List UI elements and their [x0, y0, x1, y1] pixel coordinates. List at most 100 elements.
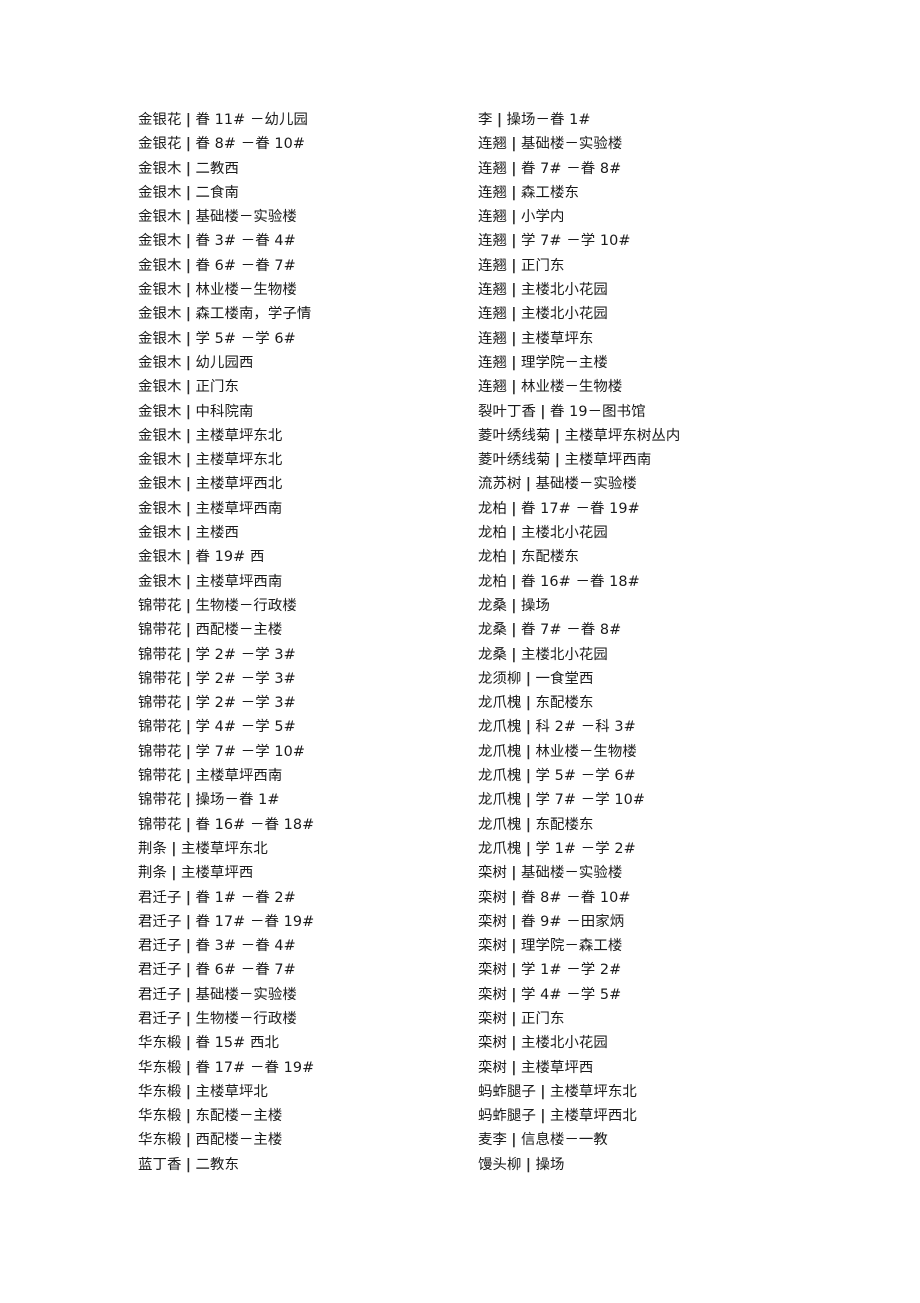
plant-location: 眷 8# －眷 10# — [195, 136, 306, 153]
list-item: 君迁子 | 眷 6# －眷 7# — [138, 958, 478, 982]
list-item: 金银木 | 眷 19# 西 — [138, 545, 478, 569]
listing-column-left: 金银花 | 眷 11# －幼儿园 金银花 | 眷 8# －眷 10# 金银木 | 二教西 金银木 |… — [138, 108, 478, 1177]
plant-location: 主楼草坪西北 — [549, 1108, 637, 1125]
plant-location: 眷 7# －眷 8# — [520, 160, 622, 177]
separator-pipe: | — [496, 112, 503, 128]
separator-pipe: | — [185, 1156, 192, 1173]
plant-name: 金银木 — [138, 379, 182, 396]
list-item: 锦带花 | 眷 16# －眷 18# — [138, 813, 478, 837]
list-item: 馒头柳 | 操场 — [478, 1153, 878, 1177]
plant-name: 金银木 — [138, 403, 182, 420]
separator-pipe: | — [185, 549, 192, 566]
plant-location: 信息楼－一教 — [520, 1132, 608, 1149]
plant-name: 锦带花 — [138, 622, 182, 639]
separator-pipe: | — [525, 719, 532, 736]
plant-location: 森工楼东 — [520, 184, 579, 201]
plant-name: 连翘 — [478, 354, 507, 371]
plant-location: 操场 — [520, 597, 550, 614]
plant-name: 连翘 — [478, 136, 507, 153]
plant-name: 龙爪槐 — [478, 816, 522, 833]
plant-location: 理学院－主楼 — [520, 354, 608, 371]
plant-name: 菱叶绣线菊 — [478, 427, 551, 444]
separator-pipe: | — [185, 452, 192, 469]
plant-name: 君迁子 — [138, 913, 182, 930]
plant-location: 学 5# －学 6# — [535, 768, 636, 785]
plant-name: 金银木 — [138, 306, 182, 323]
plant-name: 金银木 — [138, 233, 182, 250]
plant-location: 眷 15# 西北 — [195, 1035, 279, 1052]
separator-pipe: | — [185, 525, 192, 542]
separator-pipe: | — [185, 1035, 192, 1052]
list-item: 龙须柳 | 一食堂西 — [478, 667, 878, 691]
plant-name: 君迁子 — [138, 889, 182, 906]
list-item: 栾树 | 正门东 — [478, 1007, 878, 1031]
plant-location: 主楼草坪西南 — [195, 573, 283, 590]
separator-pipe: | — [525, 1156, 532, 1173]
separator-pipe: | — [185, 233, 192, 250]
separator-pipe: | — [185, 719, 192, 736]
plant-location: 基础楼－实验楼 — [520, 136, 623, 153]
separator-pipe: | — [525, 695, 532, 712]
list-item: 华东椴 | 眷 17# －眷 19# — [138, 1056, 478, 1080]
list-item: 锦带花 | 学 2# －学 3# — [138, 691, 478, 715]
plant-location: 主楼草坪西南 — [564, 452, 652, 469]
list-item: 金银木 | 主楼草坪东北 — [138, 448, 478, 472]
plant-location: 操场－眷 1# — [506, 112, 591, 128]
plant-location: 基础楼－实验楼 — [520, 865, 623, 882]
plant-name: 金银木 — [138, 282, 182, 299]
plant-name: 金银木 — [138, 427, 182, 444]
list-item: 金银木 | 基础楼－实验楼 — [138, 205, 478, 229]
plant-name: 龙桑 — [478, 622, 507, 639]
list-item: 龙爪槐 | 学 1# －学 2# — [478, 837, 878, 861]
plant-location: 林业楼－生物楼 — [520, 379, 623, 396]
plant-name: 李 — [478, 112, 493, 128]
list-item: 锦带花 | 学 2# －学 3# — [138, 667, 478, 691]
list-item: 连翘 | 理学院－主楼 — [478, 351, 878, 375]
separator-pipe: | — [511, 306, 517, 323]
plant-location: 主楼草坪北 — [195, 1083, 268, 1100]
separator-pipe: | — [185, 257, 192, 274]
separator-pipe: | — [511, 597, 517, 614]
list-item: 金银木 | 眷 3# －眷 4# — [138, 229, 478, 253]
plant-name: 锦带花 — [138, 816, 182, 833]
plant-location: 眷 16# －眷 18# — [520, 573, 640, 590]
separator-pipe: | — [511, 962, 517, 979]
plant-name: 栾树 — [478, 1059, 507, 1076]
list-item: 金银木 | 学 5# －学 6# — [138, 327, 478, 351]
plant-location: 主楼草坪东 — [520, 330, 594, 347]
plant-location: 基础楼－实验楼 — [195, 986, 297, 1003]
plant-name: 金银木 — [138, 209, 182, 226]
list-item: 荆条 | 主楼草坪东北 — [138, 837, 478, 861]
list-item: 华东椴 | 西配楼－主楼 — [138, 1128, 478, 1152]
plant-name: 金银木 — [138, 354, 182, 371]
plant-location: 学 2# －学 3# — [195, 646, 296, 663]
separator-pipe: | — [511, 986, 517, 1003]
plant-location: 科 2# －科 3# — [535, 719, 636, 736]
separator-pipe: | — [511, 549, 517, 566]
separator-pipe: | — [525, 816, 532, 833]
separator-pipe: | — [171, 840, 177, 857]
plant-name: 连翘 — [478, 233, 507, 250]
plant-location: 学 2# －学 3# — [195, 670, 296, 687]
separator-pipe: | — [540, 1083, 546, 1100]
list-item: 金银木 | 主楼草坪西北 — [138, 472, 478, 496]
list-item: 麦李 | 信息楼－一教 — [478, 1128, 878, 1152]
plant-location: 东配楼－主楼 — [195, 1108, 283, 1125]
list-item: 金银木 | 主楼草坪西南 — [138, 570, 478, 594]
plant-location: 幼儿园西 — [195, 354, 254, 371]
list-item: 栾树 | 基础楼－实验楼 — [478, 861, 878, 885]
plant-location: 眷 19# 西 — [195, 549, 265, 566]
plant-name: 栾树 — [478, 938, 507, 955]
plant-name: 栾树 — [478, 962, 507, 979]
separator-pipe: | — [525, 840, 532, 857]
separator-pipe: | — [185, 913, 192, 930]
plant-name: 金银木 — [138, 476, 182, 493]
list-item: 菱叶绣线菊 | 主楼草坪东树丛内 — [478, 424, 878, 448]
plant-name: 龙爪槐 — [478, 719, 522, 736]
plant-location: 眷 6# －眷 7# — [195, 257, 296, 274]
plant-location: 眷 9# －田家炳 — [520, 913, 625, 930]
list-item: 连翘 | 主楼草坪东 — [478, 327, 878, 351]
list-item: 蓝丁香 | 二教东 — [138, 1153, 478, 1177]
plant-location: 正门东 — [520, 257, 565, 274]
list-item: 荆条 | 主楼草坪西 — [138, 861, 478, 885]
